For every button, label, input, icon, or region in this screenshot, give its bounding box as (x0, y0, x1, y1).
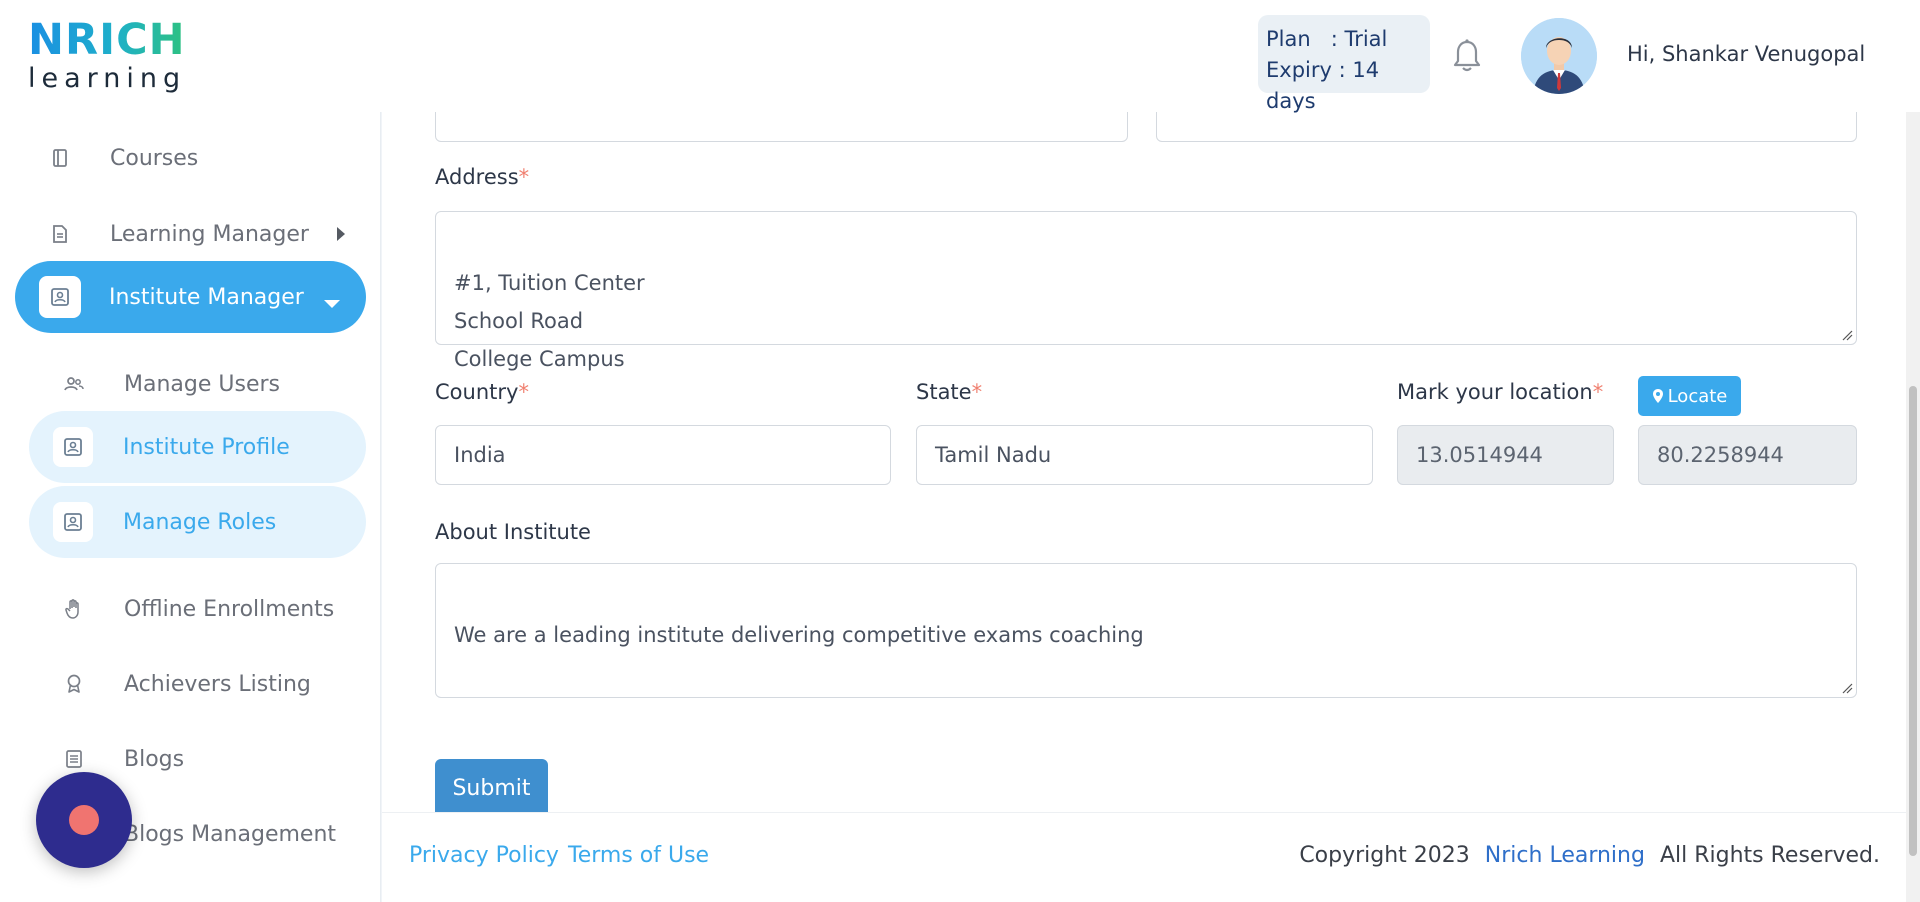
sidebar-item-institute-manager[interactable]: Institute Manager (15, 261, 366, 333)
sidebar-item-manage-roles[interactable]: Manage Roles (29, 486, 366, 558)
map-pin-icon (1652, 389, 1663, 403)
users-icon (64, 374, 84, 394)
sidebar-item-label: Institute Profile (123, 434, 290, 460)
sidebar-item-offline-enrollments[interactable]: Offline Enrollments (64, 583, 334, 635)
plan-line: Plan : Trial (1266, 27, 1388, 51)
sidebar-item-label: Manage Roles (123, 509, 277, 535)
latitude-field: 13.0514944 (1397, 425, 1614, 485)
sidebar-item-courses[interactable]: Courses (50, 132, 198, 184)
logo-brand-text: NRICH (28, 18, 188, 62)
nrich-learning-link[interactable]: Nrich Learning (1485, 843, 1645, 868)
award-icon (64, 674, 84, 694)
address-label: Address* (435, 165, 530, 189)
sidebar-item-label: Courses (110, 145, 199, 171)
about-institute-value: We are a leading institute delivering co… (454, 623, 1144, 647)
privacy-policy-link[interactable]: Privacy Policy (409, 843, 559, 868)
required-mark: * (1592, 380, 1604, 404)
id-card-icon (53, 502, 93, 542)
bell-icon[interactable] (1450, 38, 1484, 74)
locate-button-label: Locate (1667, 385, 1728, 407)
sidebar-item-manage-users[interactable]: Manage Users (64, 358, 280, 410)
sidebar-item-label: Learning Manager (110, 221, 309, 247)
address-textarea[interactable]: #1, Tuition Center School Road College C… (435, 211, 1857, 371)
copyright-text: Copyright 2023 Nrich Learning All Rights… (1299, 843, 1880, 868)
country-field[interactable]: India (435, 425, 891, 485)
nrich-learning-logo[interactable]: NRICH learning (28, 18, 188, 96)
copyright-suffix: All Rights Reserved. (1659, 843, 1880, 868)
user-avatar[interactable] (1521, 18, 1597, 94)
caret-down-icon (323, 291, 341, 316)
state-value: Tamil Nadu (935, 443, 1052, 467)
about-institute-textarea[interactable]: We are a leading institute delivering co… (435, 563, 1857, 698)
id-card-icon (53, 427, 93, 467)
location-label: Mark your location* (1397, 380, 1604, 404)
state-label: State* (916, 380, 983, 404)
page-footer: Privacy Policy Terms of Use Copyright 20… (382, 812, 1906, 902)
sidebar-item-label: Manage Users (124, 371, 280, 397)
id-card-icon (39, 276, 81, 318)
sidebar-item-learning-manager[interactable]: Learning Manager (50, 208, 350, 260)
document-icon (50, 224, 70, 244)
locate-button[interactable]: Locate (1638, 376, 1741, 416)
expiry-line: Expiry : 14 days (1266, 58, 1380, 113)
logo-sub-text: learning (28, 63, 187, 94)
sidebar-item-label: Achievers Listing (124, 671, 311, 697)
book-icon (50, 148, 70, 168)
sidebar-item-institute-profile[interactable]: Institute Profile (29, 411, 366, 483)
submit-button-label: Submit (452, 775, 531, 801)
record-fab-button[interactable] (36, 772, 132, 868)
user-greeting[interactable]: Hi, Shankar Venugopal (1627, 42, 1865, 66)
institute-profile-form: Address* #1, Tuition Center School Road … (382, 112, 1906, 812)
address-value: #1, Tuition Center School Road College C… (454, 271, 645, 371)
sidebar-item-label: Institute Manager (109, 284, 304, 310)
hand-icon (64, 599, 84, 619)
sidebar-item-label: Blogs (124, 746, 185, 772)
resize-handle-icon[interactable] (1841, 682, 1853, 694)
plan-badge: Plan : Trial Expiry : 14 days (1258, 15, 1430, 113)
state-field[interactable]: Tamil Nadu (916, 425, 1373, 485)
country-label: Country* (435, 380, 529, 404)
longitude-field: 80.2258944 (1638, 425, 1857, 485)
required-mark: * (971, 380, 983, 404)
terms-of-use-link[interactable]: Terms of Use (568, 843, 709, 868)
record-dot-icon (69, 805, 99, 835)
previous-field-right[interactable] (1156, 112, 1857, 142)
top-header: NRICH learning Plan : Trial Expiry : 14 … (0, 0, 1920, 113)
scrollbar-thumb[interactable] (1909, 386, 1917, 856)
country-value: India (454, 443, 506, 467)
required-mark: * (518, 380, 529, 404)
sidebar-item-achievers-listing[interactable]: Achievers Listing (64, 658, 311, 710)
resize-handle-icon[interactable] (1841, 329, 1853, 341)
about-institute-label: About Institute (435, 520, 591, 544)
caret-right-icon (335, 224, 347, 249)
list-icon (64, 749, 84, 769)
sidebar-item-label: Offline Enrollments (124, 596, 335, 622)
required-mark: * (518, 165, 530, 189)
submit-button[interactable]: Submit (435, 759, 548, 812)
sidebar-item-label: Blogs Management (124, 821, 337, 847)
longitude-value: 80.2258944 (1657, 443, 1784, 467)
copyright-prefix: Copyright 2023 (1299, 843, 1470, 868)
latitude-value: 13.0514944 (1416, 443, 1543, 467)
previous-field-left[interactable] (435, 112, 1128, 142)
page-scrollbar[interactable] (1906, 112, 1920, 902)
